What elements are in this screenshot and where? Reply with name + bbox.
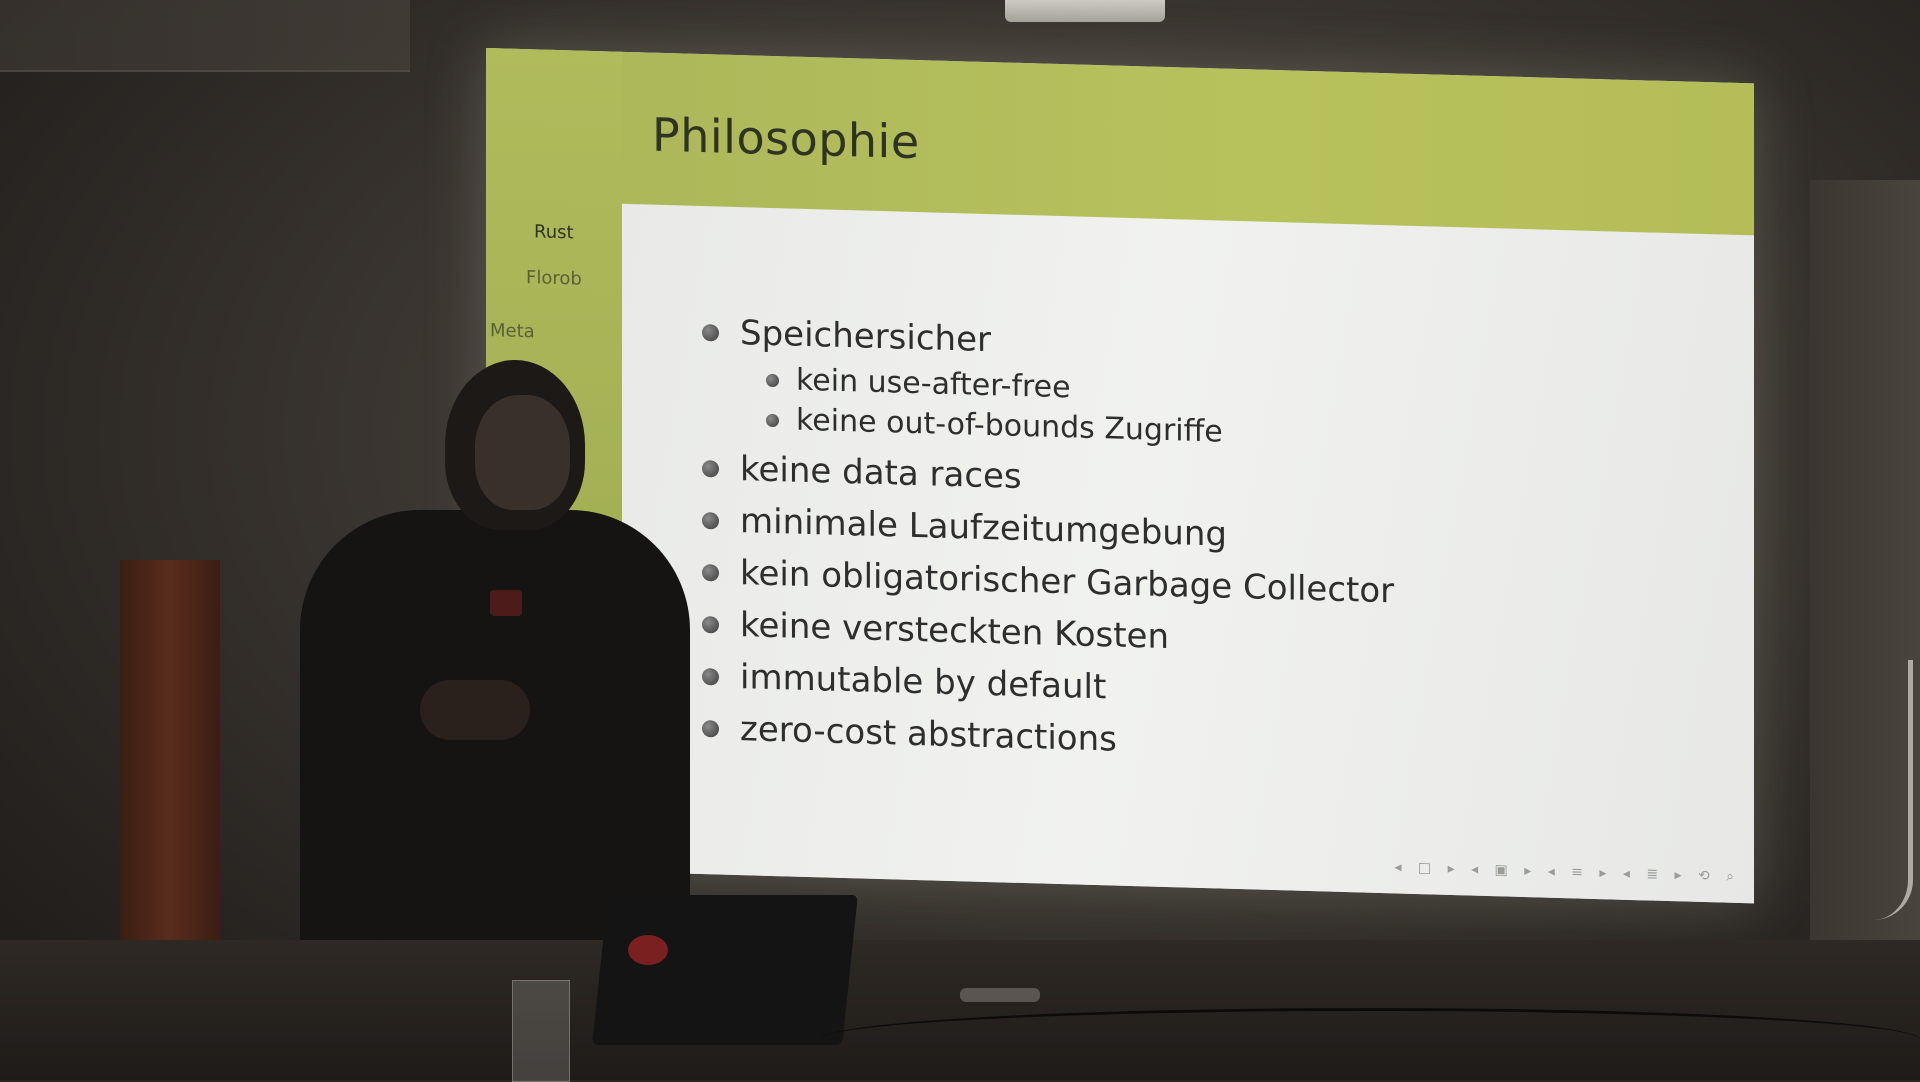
bullet-dot-icon (702, 616, 719, 634)
bullet-text: Speichersicher (740, 313, 991, 361)
bullet-text: minimale Laufzeitumgebung (740, 501, 1227, 555)
bullet-dot-icon (702, 324, 719, 342)
bullet-text: keine versteckten Kosten (740, 605, 1170, 658)
wall-panel (0, 0, 410, 72)
slide-content: Speichersicher kein use-after-free keine o… (622, 203, 1754, 904)
slide-navigation-icons: ◂ □ ▸ ◂ ▣ ▸ ◂ ≡ ▸ ◂ ≣ ▸ ⟲ ⌕ (1394, 859, 1740, 886)
ceiling-light (1005, 0, 1165, 22)
shirt-print (490, 590, 522, 616)
bullet-text: immutable by default (740, 657, 1107, 708)
sub-bullet-text: kein use-after-free (796, 362, 1071, 406)
laptop (592, 895, 858, 1045)
bullet-list: Speichersicher kein use-after-free keine o… (702, 306, 1394, 773)
presenter-hand (420, 680, 530, 740)
slide-title: Philosophie (652, 107, 920, 170)
bullet-dot-icon (702, 668, 719, 686)
sidebar-nav-meta: Meta (490, 320, 535, 343)
cable (820, 1008, 1920, 1071)
bullet-dot-icon (702, 512, 719, 530)
bullet-dot-icon (702, 460, 719, 478)
bullet-dot-icon (702, 564, 719, 582)
bullet-text: zero-cost abstractions (740, 709, 1117, 760)
presenter-face (475, 395, 570, 510)
bullet-dot-icon (766, 413, 779, 428)
water-glass (512, 980, 570, 1082)
bullet-dot-icon (766, 373, 779, 388)
bullet-text: keine data races (740, 449, 1022, 497)
desk-lamp (1858, 660, 1913, 920)
sidebar-nav-rust: Rust (534, 221, 574, 244)
bullet-dot-icon (702, 720, 719, 738)
laptop-sticker (628, 935, 668, 965)
remote-control (960, 988, 1040, 1002)
sidebar-nav-florob: Florob (526, 267, 582, 290)
